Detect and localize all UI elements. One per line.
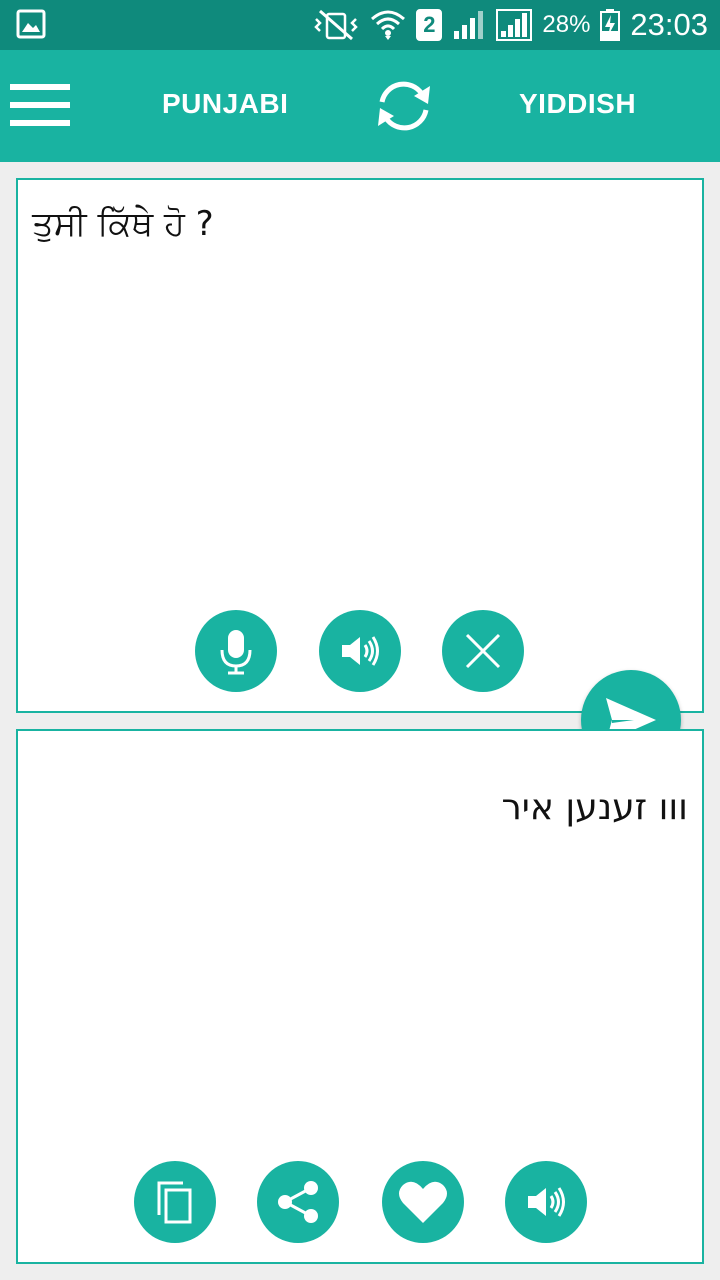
speaker-icon (528, 1187, 565, 1217)
mute-vibrate-icon (314, 9, 359, 41)
share-button[interactable] (257, 1161, 339, 1243)
favorite-icon (399, 1181, 447, 1223)
swap-languages-icon[interactable] (370, 72, 438, 140)
microphone-icon (220, 630, 252, 675)
clock: 23:03 (630, 7, 708, 42)
share-icon (278, 1181, 318, 1223)
gallery-icon (16, 9, 46, 39)
source-text-input[interactable]: ਤੁਸੀ ਕਿੱਥੇ ਹੋ ? (32, 204, 214, 244)
translated-text: ווו זענען איר (501, 787, 688, 828)
source-text-panel: ਤੁਸੀ ਕਿੱਥੇ ਹੋ ? (16, 178, 704, 713)
speak-translation-button[interactable] (505, 1161, 587, 1243)
hamburger-menu-icon[interactable] (10, 84, 70, 128)
source-language-button[interactable]: PUNJABI (162, 88, 288, 120)
battery-charging-icon (600, 9, 621, 41)
copy-icon (157, 1181, 192, 1224)
status-bar: 2 28% 23:03 (0, 0, 720, 50)
favorite-button[interactable] (382, 1161, 464, 1243)
speaker-icon (342, 636, 379, 666)
clear-icon (465, 633, 501, 669)
target-language-button[interactable]: YIDDISH (519, 88, 636, 120)
target-text-panel: ווו זענען איר (16, 729, 704, 1264)
sim-2-icon: 2 (416, 9, 443, 41)
speak-source-button[interactable] (319, 610, 401, 692)
toolbar: PUNJABI YIDDISH (0, 50, 720, 162)
signal-icon (454, 11, 484, 39)
wifi-icon (371, 10, 406, 40)
signal-icon (496, 9, 533, 41)
clear-button[interactable] (442, 610, 524, 692)
microphone-button[interactable] (195, 610, 277, 692)
copy-button[interactable] (134, 1161, 216, 1243)
battery-percent: 28% (542, 11, 591, 38)
